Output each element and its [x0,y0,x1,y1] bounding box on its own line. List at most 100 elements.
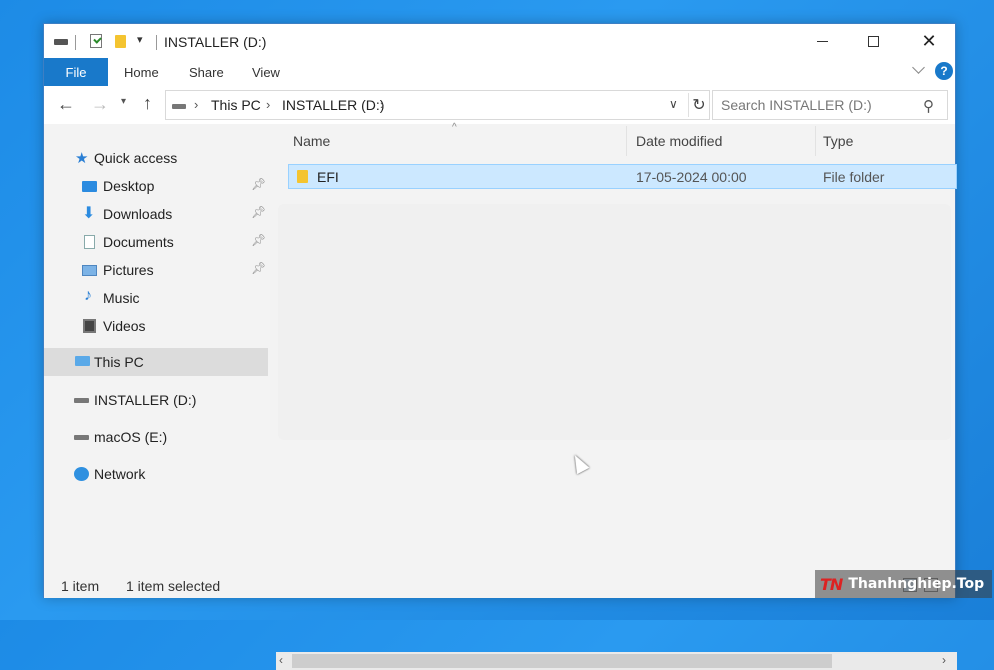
sidebar-item-network[interactable]: Network [44,460,268,488]
maximize-icon [867,35,879,47]
recent-locations-icon[interactable]: ▾ [121,96,126,107]
close-icon: ✕ [921,30,937,51]
network-icon [74,467,89,481]
sidebar-item-installer[interactable]: INSTALLER (D:) [44,386,268,414]
file-explorer-window: ▾ INSTALLER (D:) ✕ File Home Share View … [43,23,957,670]
refresh-icon[interactable]: ↻ [688,93,709,117]
divider [75,35,76,50]
file-name: EFI [317,169,339,185]
customize-toolbar-icon[interactable]: ▾ [137,33,143,46]
file-type: File folder [823,169,885,185]
pin-icon[interactable]: 📌︎ [251,261,266,275]
properties-icon[interactable] [90,34,102,48]
column-divider[interactable] [626,126,627,156]
computer-icon [75,356,90,366]
minimize-button[interactable] [799,24,845,58]
maximize-button[interactable] [850,24,896,58]
help-icon[interactable]: ? [935,62,953,80]
expand-ribbon-icon[interactable] [912,61,925,74]
up-arrow-icon[interactable]: ↑ [143,93,152,114]
pin-icon[interactable]: 📌︎ [251,177,266,191]
download-icon: ⬇ [82,205,96,222]
back-arrow-icon[interactable]: ← [57,94,75,115]
documents-icon [84,235,95,249]
tab-home[interactable]: Home [124,65,159,80]
pictures-icon [82,265,97,276]
address-bar[interactable]: › This PC › INSTALLER (D:) › ∨ ↻ [165,90,710,120]
watermark-logo: TN [820,574,843,594]
item-count: 1 item [61,578,100,594]
sidebar-item-downloads[interactable]: ⬇ Downloads 📌︎ [44,200,268,228]
sidebar-item-label: This PC [94,354,144,370]
chevron-down-icon[interactable]: ∨ [669,97,678,111]
column-divider[interactable] [815,126,816,156]
tab-share[interactable]: Share [189,65,224,80]
watermark-text: Thanhnghiep.Top [848,576,985,592]
breadcrumb-this-pc[interactable]: This PC [211,97,261,113]
star-icon: ★ [75,150,89,167]
sidebar-item-this-pc[interactable]: This PC [44,348,268,376]
divider [156,35,157,50]
scroll-left-icon[interactable]: ‹ [279,653,283,667]
mouse-cursor-icon [568,451,590,475]
sidebar-item-label: INSTALLER (D:) [94,392,197,408]
pin-icon[interactable]: 📌︎ [251,233,266,247]
sidebar-item-label: Downloads [103,206,173,222]
drive-icon [74,398,89,403]
file-date-modified: 17-05-2024 00:00 [636,169,747,185]
scrollbar-thumb[interactable] [292,654,832,668]
sidebar-item-label: Music [103,290,140,306]
sort-ascending-icon: ^ [452,122,457,133]
table-row[interactable]: EFI 17-05-2024 00:00 File folder [288,164,957,189]
column-header-name[interactable]: Name [293,133,330,153]
desktop-icon [82,181,97,192]
scroll-right-icon[interactable]: › [942,653,946,667]
sidebar-item-videos[interactable]: Videos [44,312,268,340]
column-header-type[interactable]: Type [823,133,853,153]
tab-file[interactable]: File [44,58,108,86]
sidebar-item-music[interactable]: ♪ Music [44,284,268,312]
sidebar-item-label: Documents [103,234,174,250]
drive-icon [172,104,186,109]
window-title: INSTALLER (D:) [164,34,267,50]
navigation-bar: ← → ▾ ↑ › This PC › INSTALLER (D:) › ∨ ↻… [44,86,955,124]
sidebar-item-label: macOS (E:) [94,429,168,445]
close-button[interactable]: ✕ [906,24,952,58]
sidebar-item-quick-access[interactable]: ★ Quick access [44,144,268,172]
pin-icon[interactable]: 📌︎ [251,205,266,219]
title-bar[interactable]: ▾ INSTALLER (D:) ✕ [44,24,955,58]
sidebar-item-pictures[interactable]: Pictures 📌︎ [44,256,268,284]
music-icon: ♪ [84,287,92,304]
search-placeholder: Search INSTALLER (D:) [721,97,872,113]
drive-icon [74,435,89,440]
breadcrumb-installer[interactable]: INSTALLER (D:) [282,97,384,113]
new-folder-icon[interactable] [115,35,126,48]
main-content: ★ Quick access Desktop 📌︎ ⬇ Downloads 📌︎… [44,122,957,670]
sidebar-item-label: Videos [103,318,146,334]
sidebar-item-label: Quick access [94,150,178,166]
empty-list-area[interactable] [278,204,951,440]
sidebar-item-macos[interactable]: macOS (E:) [44,423,268,451]
horizontal-scrollbar[interactable]: ‹ › [276,652,957,670]
chevron-right-icon[interactable]: › [380,97,384,112]
sidebar-item-label: Pictures [103,262,154,278]
sidebar-item-label: Desktop [103,178,155,194]
chevron-right-icon[interactable]: › [194,97,198,112]
file-list: ^ Name Date modified Type EFI 17-05-2024… [276,122,957,566]
search-icon: ⚲ [923,98,934,115]
sidebar-item-documents[interactable]: Documents 📌︎ [44,228,268,256]
ribbon-tabs: File Home Share View ? [44,58,955,87]
drive-icon [54,39,68,45]
navigation-pane: ★ Quick access Desktop 📌︎ ⬇ Downloads 📌︎… [44,124,268,566]
forward-arrow-icon[interactable]: → [91,94,109,115]
selection-count: 1 item selected [126,578,221,594]
chevron-right-icon[interactable]: › [266,97,270,112]
folder-icon [297,170,308,183]
sidebar-item-desktop[interactable]: Desktop 📌︎ [44,172,268,200]
search-input[interactable]: Search INSTALLER (D:) ⚲ [712,90,948,120]
videos-icon [83,319,96,333]
tab-view[interactable]: View [252,65,280,80]
column-header-date-modified[interactable]: Date modified [636,133,722,153]
sidebar-item-label: Network [94,466,146,482]
minimize-icon [816,40,828,42]
